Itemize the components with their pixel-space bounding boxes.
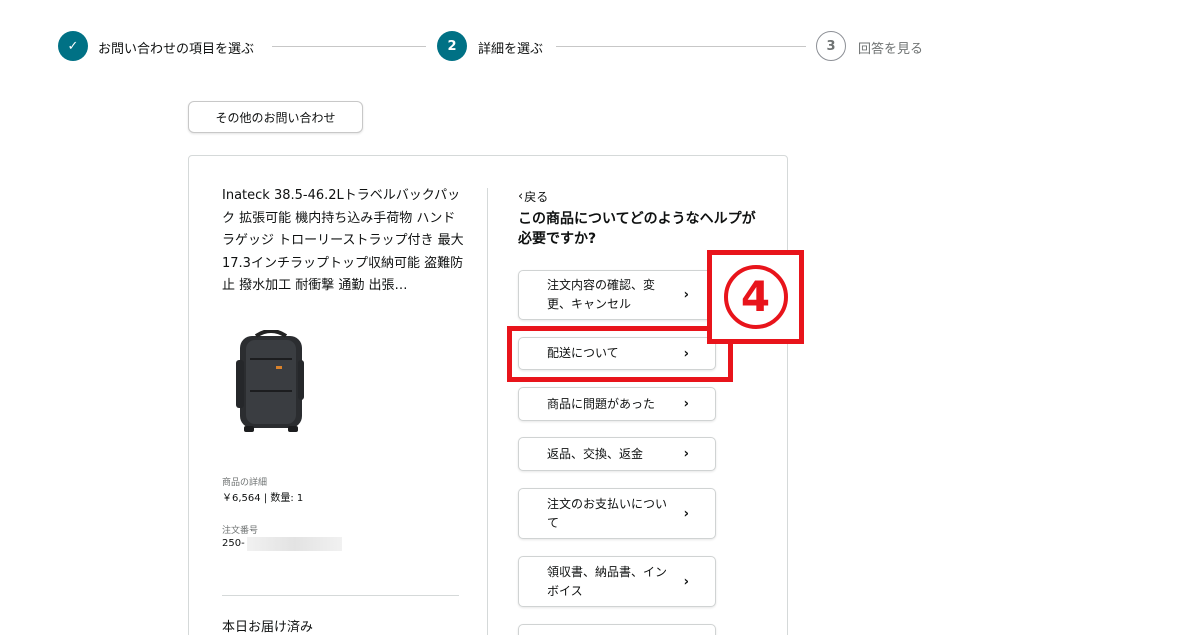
chevron-right-icon: › (683, 574, 689, 589)
annotation-callout: 4 (707, 250, 804, 344)
chevron-right-icon: › (683, 396, 689, 412)
price-quantity: ￥6,564 | 数量: 1 (222, 493, 304, 504)
chevron-left-icon: ‹ (518, 189, 524, 204)
backpack-image (236, 330, 304, 432)
option-more[interactable] (518, 624, 716, 635)
option-label: 商品に問題があった (547, 396, 656, 411)
option-label: 返品、交換、返金 (547, 446, 644, 461)
option-return-exchange-refund[interactable]: 返品、交換、返金 › (518, 437, 716, 471)
chevron-right-icon: › (683, 506, 689, 521)
annotation-highlight-box (507, 326, 733, 382)
step-connector-1 (272, 46, 426, 47)
delivery-status: 本日お届け済み (222, 620, 314, 635)
order-number-value: 250- (222, 538, 245, 549)
order-number-redaction (247, 537, 342, 551)
help-question: この商品についてどのようなヘルプが必要ですか? (518, 211, 756, 247)
other-inquiry-button[interactable]: その他のお問い合わせ (188, 101, 363, 133)
option-receipt-invoice[interactable]: 領収書、納品書、インボイス › (518, 556, 716, 607)
option-payment[interactable]: 注文のお支払いについて › (518, 488, 716, 539)
product-title[interactable]: Inateck 38.5-46.2Lトラベルバックパック 拡張可能 機内持ち込み… (222, 185, 467, 297)
column-divider (487, 188, 488, 635)
back-link[interactable]: ‹ 戻る (518, 188, 548, 205)
option-label: 注文内容の確認、変更、キャンセル (547, 278, 656, 311)
page: ✓ お問い合わせの項目を選ぶ 2 詳細を選ぶ 3 回答を見る その他のお問い合わ… (0, 0, 1200, 635)
step-3-number: 3 (816, 31, 846, 61)
order-number-label: 注文番号 (222, 526, 259, 536)
step-3-label: 回答を見る (858, 42, 924, 57)
step-2-label: 詳細を選ぶ (478, 42, 544, 57)
back-link-label: 戻る (524, 190, 549, 204)
option-product-problem[interactable]: 商品に問題があった › (518, 387, 716, 421)
product-details-label: 商品の詳細 (222, 478, 268, 488)
step-1-check-icon: ✓ (58, 31, 88, 61)
step-connector-2 (556, 46, 806, 47)
chevron-right-icon: › (683, 287, 689, 303)
chevron-right-icon: › (683, 446, 689, 462)
step-1-label: お問い合わせの項目を選ぶ (98, 42, 255, 57)
step-2-number: 2 (437, 31, 467, 61)
divider (222, 595, 459, 596)
annotation-number: 4 (723, 265, 788, 329)
option-label: 領収書、納品書、インボイス (547, 564, 668, 598)
option-order-change-cancel[interactable]: 注文内容の確認、変更、キャンセル › (518, 270, 716, 320)
option-label: 注文のお支払いについて (547, 496, 668, 530)
